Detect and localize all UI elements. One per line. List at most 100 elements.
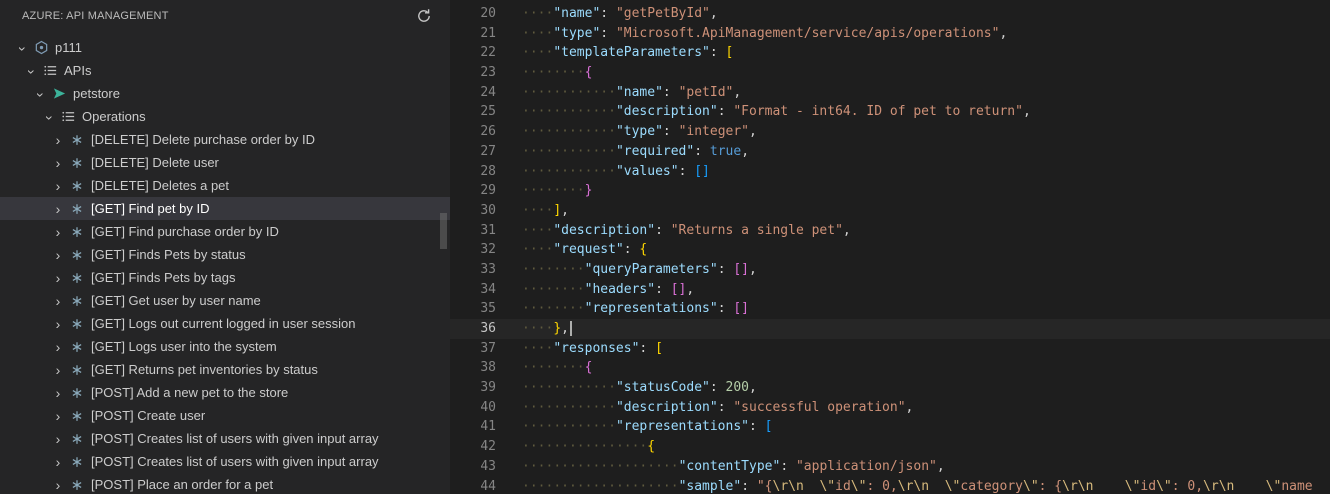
whitespace-dots: ····	[584, 163, 616, 179]
code-line[interactable]: 31 ····"description": "Returns a single p…	[450, 221, 1330, 241]
code-line[interactable]: 40 ············"description": "successful…	[450, 398, 1330, 418]
code-line[interactable]: 35 ········"representations": []	[450, 299, 1330, 319]
line-content: ················{	[522, 439, 656, 455]
whitespace-dots: ····	[584, 104, 616, 120]
chevron-right-icon[interactable]: ›	[56, 339, 61, 355]
whitespace-dots: ····	[522, 202, 554, 218]
tree-item-operation[interactable]: › [POST] Creates list of users with given…	[0, 450, 450, 473]
whitespace-dots: ····	[553, 380, 585, 396]
chevron-right-icon[interactable]: ›	[56, 224, 61, 240]
code-line[interactable]: 43 ····················"contentType": "ap…	[450, 457, 1330, 477]
chevron-right-icon[interactable]: ›	[56, 201, 61, 217]
chevron-right-icon[interactable]: ›	[56, 155, 61, 171]
chevron-down-icon[interactable]: ›	[42, 115, 58, 120]
code-line[interactable]: 27 ············"required": true,	[450, 142, 1330, 162]
refresh-button[interactable]	[414, 6, 434, 26]
code-line[interactable]: 34 ········"headers": [],	[450, 280, 1330, 300]
chevron-right-icon[interactable]: ›	[56, 316, 61, 332]
chevron-right-icon[interactable]: ›	[56, 454, 61, 470]
tree-item-operation[interactable]: › [POST] Place an order for a pet	[0, 473, 450, 494]
chevron-right-icon[interactable]: ›	[56, 293, 61, 309]
code-line[interactable]: 39 ············"statusCode": 200,	[450, 378, 1330, 398]
tree-item-operation[interactable]: › [GET] Logs out current logged in user s…	[0, 312, 450, 335]
line-number: 31	[480, 222, 496, 238]
chevron-right-icon[interactable]: ›	[56, 385, 61, 401]
tree-item-api-petstore[interactable]: › petstore	[0, 82, 450, 105]
whitespace-dots: ····	[615, 439, 648, 455]
code-line[interactable]: 44 ····················"sample": "{\r\n \…	[450, 477, 1330, 494]
whitespace-dots: ····	[522, 439, 554, 455]
chevron-right-icon[interactable]: ›	[56, 408, 61, 424]
tree-item-operations[interactable]: › Operations	[0, 105, 450, 128]
whitespace-dots: ····	[553, 399, 585, 415]
line-number: 21	[480, 25, 496, 41]
line-content: ········{	[522, 65, 593, 81]
code-line[interactable]: 21 ····"type": "Microsoft.ApiManagement/s…	[450, 24, 1330, 44]
whitespace-dots: ····	[522, 321, 554, 336]
code-line[interactable]: 22 ····"templateParameters": [	[450, 43, 1330, 63]
sidebar-scrollbar[interactable]	[440, 213, 447, 249]
operation-label: [POST] Place an order for a pet	[91, 477, 274, 492]
operation-label: [GET] Find pet by ID	[91, 201, 210, 216]
chevron-right-icon[interactable]: ›	[56, 247, 61, 263]
operation-icon	[68, 156, 86, 170]
code-line[interactable]: 25 ············"description": "Format - i…	[450, 102, 1330, 122]
chevron-right-icon[interactable]: ›	[56, 477, 61, 493]
tree-item-operation[interactable]: › [GET] Returns pet inventories by status	[0, 358, 450, 381]
line-content: ····},	[496, 319, 572, 339]
operation-icon	[68, 133, 86, 147]
code-line[interactable]: 36 ····},	[450, 319, 1330, 339]
line-content: ····················"sample": "{\r\n \"i…	[522, 478, 1313, 494]
code-line[interactable]: 26 ············"type": "integer",	[450, 122, 1330, 142]
chevron-down-icon[interactable]: ›	[24, 69, 40, 74]
chevron-down-icon[interactable]: ›	[33, 92, 49, 97]
whitespace-dots: ····	[584, 419, 616, 435]
code-line[interactable]: 30 ····],	[450, 201, 1330, 221]
chevron-right-icon[interactable]: ›	[56, 178, 61, 194]
tree-item-operation[interactable]: › [GET] Finds Pets by tags	[0, 266, 450, 289]
chevron-right-icon[interactable]: ›	[56, 132, 61, 148]
line-number: 44	[480, 478, 496, 494]
tree-item-operation[interactable]: › [POST] Creates list of users with given…	[0, 427, 450, 450]
tree: › p111 › APIs › petstore › Operations › …	[0, 32, 450, 494]
tree-item-operation[interactable]: › [GET] Get user by user name	[0, 289, 450, 312]
code-line[interactable]: 32 ····"request": {	[450, 240, 1330, 260]
whitespace-dots: ····	[553, 478, 585, 494]
line-content: ············"description": "successful o…	[522, 399, 914, 415]
chevron-down-icon[interactable]: ›	[15, 46, 31, 51]
tree-item-apis[interactable]: › APIs	[0, 59, 450, 82]
whitespace-dots: ····	[584, 478, 616, 494]
chevron-right-icon[interactable]: ›	[56, 362, 61, 378]
tree-item-operation[interactable]: › [DELETE] Delete user	[0, 151, 450, 174]
tree-item-operation[interactable]: › [GET] Find pet by ID	[0, 197, 450, 220]
tree-item-operation[interactable]: › [DELETE] Delete purchase order by ID	[0, 128, 450, 151]
code-line[interactable]: 41 ············"representations": [	[450, 417, 1330, 437]
whitespace-dots: ····	[522, 84, 554, 100]
whitespace-dots: ····	[584, 84, 616, 100]
code-area[interactable]: 20 ····"name": "getPetById", 21 ····"type":…	[450, 4, 1330, 494]
code-line[interactable]: 37 ····"responses": [	[450, 339, 1330, 359]
code-line[interactable]: 24 ············"name": "petId",	[450, 83, 1330, 103]
line-number: 37	[480, 340, 496, 356]
line-content: ····"name": "getPetById",	[522, 6, 718, 21]
tree-item-operation[interactable]: › [GET] Logs user into the system	[0, 335, 450, 358]
tree-item-operation[interactable]: › [GET] Finds Pets by status	[0, 243, 450, 266]
tree-item-operation[interactable]: › [GET] Find purchase order by ID	[0, 220, 450, 243]
tree-item-operation[interactable]: › [POST] Add a new pet to the store	[0, 381, 450, 404]
line-content: ············"required": true,	[522, 143, 750, 159]
whitespace-dots: ····	[584, 399, 616, 415]
code-line[interactable]: 23 ········{	[450, 63, 1330, 83]
operation-icon	[68, 294, 86, 308]
code-line[interactable]: 29 ········}	[450, 181, 1330, 201]
code-line[interactable]: 38 ········{	[450, 358, 1330, 378]
code-line[interactable]: 20 ····"name": "getPetById",	[450, 4, 1330, 24]
code-line[interactable]: 28 ············"values": []	[450, 162, 1330, 182]
chevron-right-icon[interactable]: ›	[56, 431, 61, 447]
code-line[interactable]: 42 ················{	[450, 437, 1330, 457]
line-number: 22	[480, 45, 496, 61]
tree-item-operation[interactable]: › [DELETE] Deletes a pet	[0, 174, 450, 197]
code-line[interactable]: 33 ········"queryParameters": [],	[450, 260, 1330, 280]
chevron-right-icon[interactable]: ›	[56, 270, 61, 286]
tree-item-service[interactable]: › p111	[0, 36, 450, 59]
tree-item-operation[interactable]: › [POST] Create user	[0, 404, 450, 427]
